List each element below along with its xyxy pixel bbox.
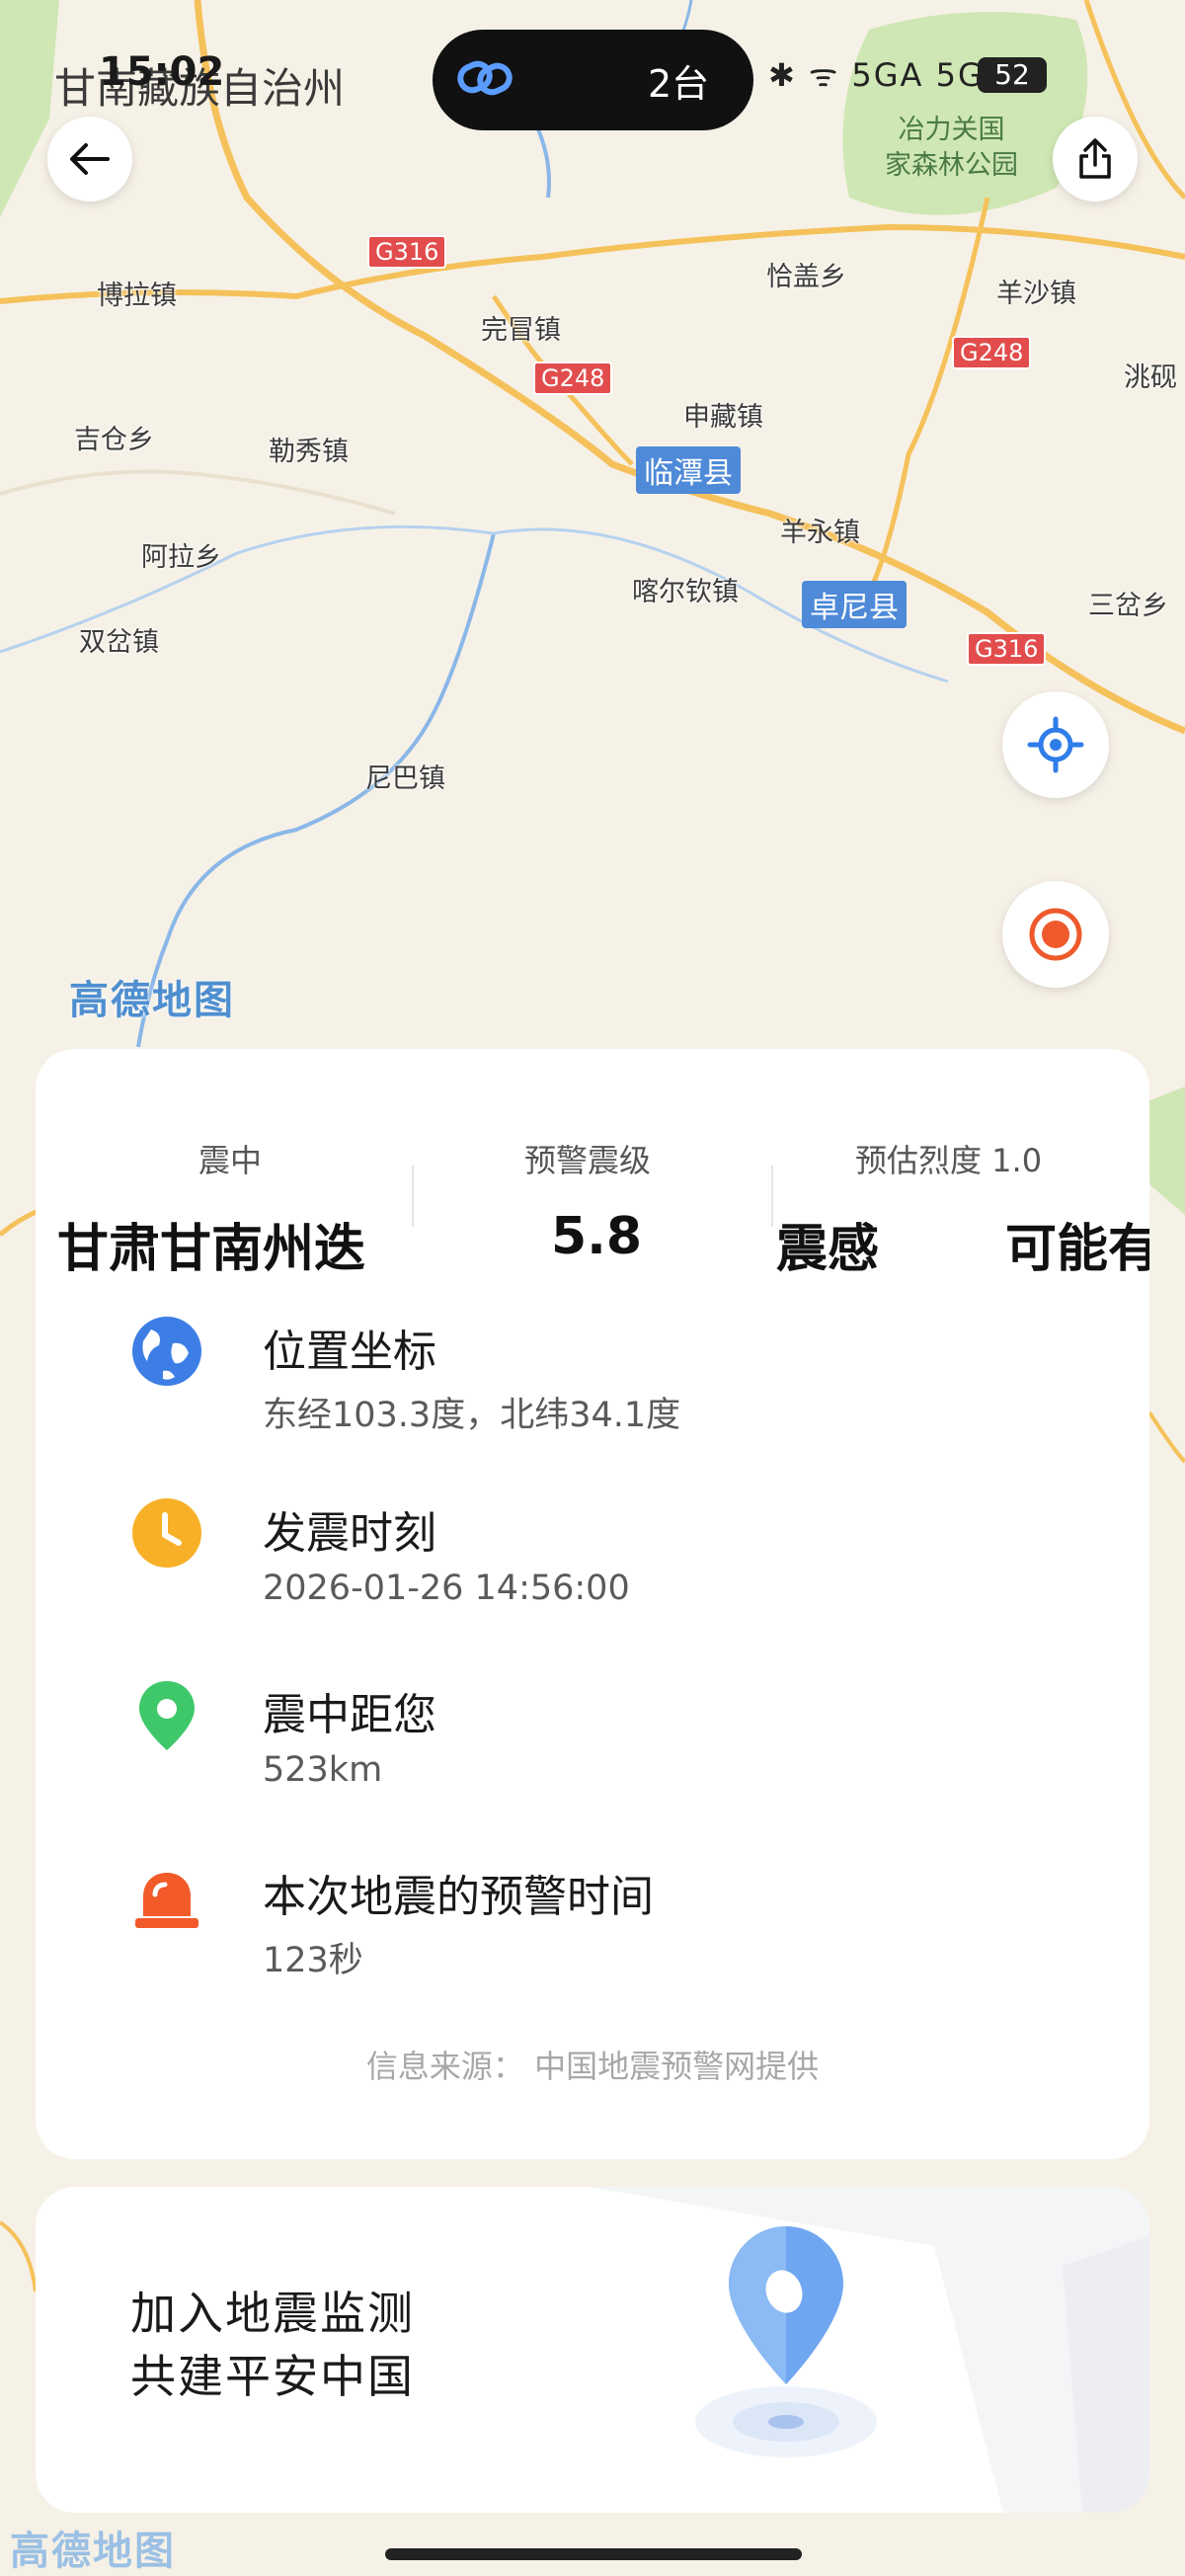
clock-icon bbox=[132, 1498, 201, 1568]
epicenter-value: 甘肃甘南州迭 bbox=[57, 1220, 366, 1279]
distance-title: 震中距您 bbox=[263, 1690, 436, 1740]
place-label: 三岔乡 bbox=[1088, 591, 1168, 621]
status-time: 15:02 bbox=[99, 49, 225, 95]
arrow-left-icon bbox=[70, 143, 110, 175]
crosshair-icon bbox=[1027, 716, 1084, 773]
place-label: 完冒镇 bbox=[481, 315, 561, 346]
park-label-line: 家森林公园 bbox=[885, 150, 1018, 181]
epicenter-label: 震中 bbox=[198, 1142, 263, 1179]
share-button[interactable] bbox=[1053, 117, 1138, 201]
island-device-count: 2台 bbox=[648, 62, 710, 106]
intensity-label: 预估烈度 1.0 bbox=[855, 1142, 1043, 1179]
county-label: 临潭县 bbox=[636, 446, 741, 494]
park-label: 冶力关国 家森林公园 bbox=[885, 113, 1018, 184]
quake-time-value: 2026-01-26 14:56:00 bbox=[263, 1569, 630, 1608]
intensity-value-extra: 可能有 bbox=[1005, 1220, 1149, 1279]
info-source: 信息来源： 中国地震预警网提供 bbox=[365, 2048, 820, 2085]
place-label: 双岔镇 bbox=[79, 627, 159, 658]
coordinates-value: 东经103.3度，北纬34.1度 bbox=[263, 1396, 681, 1435]
place-label: 羊沙镇 bbox=[996, 279, 1076, 309]
column-divider bbox=[412, 1166, 414, 1227]
back-button[interactable] bbox=[47, 117, 132, 201]
place-label: 恰盖乡 bbox=[766, 262, 846, 292]
share-icon bbox=[1079, 138, 1111, 179]
magnitude-value: 5.8 bbox=[551, 1207, 643, 1266]
road-shield: G316 bbox=[367, 235, 447, 269]
magnitude-label: 预警震级 bbox=[524, 1142, 652, 1179]
join-monitoring-card[interactable]: 加入地震监测 共建平安中国 bbox=[36, 2187, 1149, 2513]
place-label: 喀尔钦镇 bbox=[632, 577, 739, 607]
globe-icon bbox=[132, 1317, 201, 1386]
intensity-value: 震感 bbox=[776, 1220, 880, 1279]
place-label: 申藏镇 bbox=[683, 402, 763, 433]
warning-time-value: 123秒 bbox=[263, 1941, 363, 1980]
park-label-line: 冶力关国 bbox=[898, 115, 1005, 145]
location-pin-icon bbox=[139, 1681, 195, 1750]
road-shield: G248 bbox=[952, 336, 1032, 369]
place-label: 羊永镇 bbox=[780, 518, 860, 548]
road-shield: G248 bbox=[533, 362, 613, 395]
place-label: 阿拉乡 bbox=[141, 542, 221, 573]
map-watermark: 高德地图 bbox=[69, 978, 235, 1023]
link-icon bbox=[457, 60, 513, 96]
record-button[interactable] bbox=[1002, 881, 1109, 988]
quake-time-title: 发震时刻 bbox=[263, 1508, 436, 1559]
location-illustration bbox=[589, 2187, 1149, 2513]
home-indicator[interactable] bbox=[385, 2548, 802, 2560]
status-network-icons: ✱ ᯤ 5GA 5G bbox=[768, 56, 985, 94]
map-watermark: 高德地图 bbox=[10, 2529, 176, 2574]
record-icon bbox=[1029, 908, 1082, 961]
earthquake-info-card: 震中 甘肃甘南州迭 预警震级 5.8 预估烈度 1.0 震感 可能有 位置坐标 … bbox=[36, 1049, 1149, 2159]
place-label: 勒秀镇 bbox=[269, 437, 349, 467]
place-label: 博拉镇 bbox=[97, 281, 177, 311]
road-shield: G316 bbox=[967, 632, 1047, 666]
place-label: 吉仓乡 bbox=[74, 425, 154, 455]
locate-me-button[interactable] bbox=[1002, 691, 1109, 798]
column-divider bbox=[771, 1166, 773, 1227]
coordinates-title: 位置坐标 bbox=[263, 1327, 436, 1377]
county-label: 卓尼县 bbox=[802, 581, 907, 628]
alarm-light-icon bbox=[135, 1873, 198, 1928]
warning-time-title: 本次地震的预警时间 bbox=[263, 1872, 654, 1922]
join-title-line2: 共建平安中国 bbox=[130, 2350, 415, 2403]
place-label: 尼巴镇 bbox=[365, 764, 445, 794]
distance-value: 523km bbox=[263, 1750, 383, 1790]
place-label: 洮砚 bbox=[1124, 362, 1177, 393]
join-title-line1: 加入地震监测 bbox=[130, 2287, 415, 2340]
battery-icon: 52 bbox=[978, 57, 1047, 93]
